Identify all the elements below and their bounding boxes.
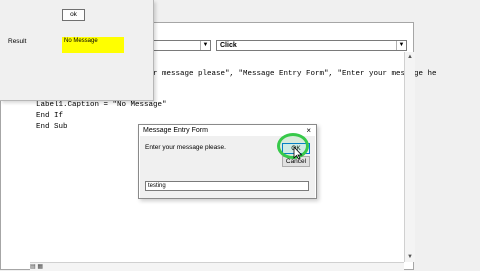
chevron-down-icon[interactable]: ▼ — [200, 41, 210, 50]
dialog-prompt: Enter your message please. — [145, 144, 226, 151]
editor-side-area — [414, 22, 480, 270]
result-label: Result — [8, 38, 27, 45]
close-icon[interactable]: × — [306, 126, 311, 135]
code-line: Label1.Caption = "No Message" — [36, 101, 167, 109]
object-combo[interactable]: ▼ — [153, 40, 211, 51]
code-line: End Sub — [36, 123, 68, 131]
code-line: r message please", "Message Entry Form",… — [153, 70, 437, 78]
scroll-down-icon[interactable]: ▼ — [405, 252, 415, 262]
procedure-combo[interactable]: Click ▼ — [216, 40, 407, 51]
userform-window: ok Result No Message — [0, 0, 154, 101]
dialog-input-field[interactable]: testing — [145, 181, 309, 191]
chevron-down-icon[interactable]: ▼ — [396, 41, 406, 50]
mouse-pointer-icon — [293, 145, 303, 162]
code-line: End If — [36, 112, 64, 120]
message-label: No Message — [62, 37, 124, 53]
view-toggle-icon[interactable]: ▤ ▦ — [30, 263, 43, 270]
userform-ok-button[interactable]: ok — [62, 9, 85, 21]
procedure-combo-value: Click — [220, 42, 237, 49]
dialog-title: Message Entry Form — [143, 127, 208, 134]
scroll-up-icon[interactable]: ▲ — [405, 52, 415, 62]
vertical-scrollbar[interactable]: ▲ ▼ — [404, 52, 415, 262]
